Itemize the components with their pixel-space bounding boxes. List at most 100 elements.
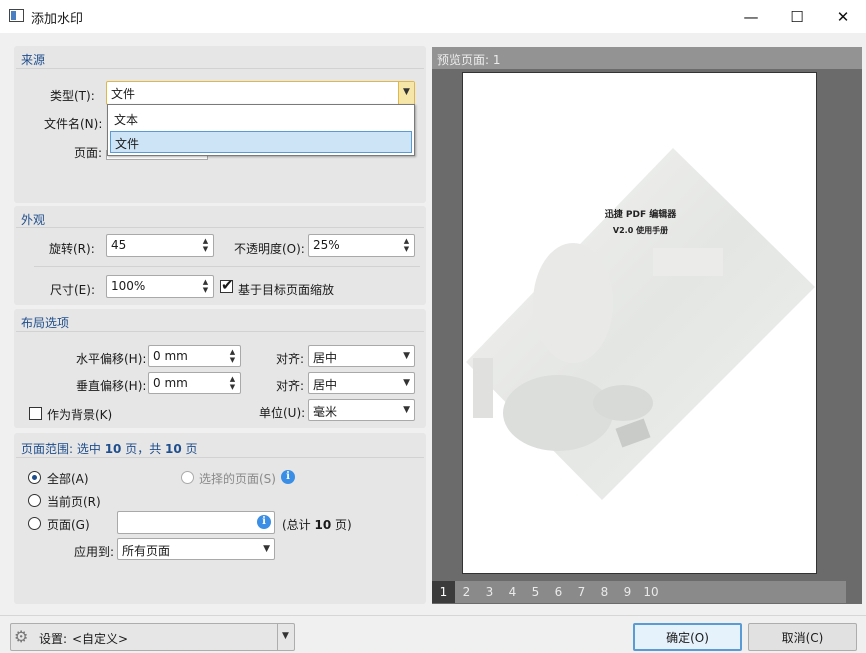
settings-dropdown-separator bbox=[277, 624, 278, 650]
watermark-line-2: V2.0 使用手册 bbox=[612, 226, 669, 235]
unit-value: 毫米 bbox=[313, 405, 338, 419]
source-divider bbox=[16, 68, 424, 69]
unit-label: 单位(U): bbox=[259, 406, 306, 420]
cancel-button[interactable]: 取消(C) bbox=[748, 623, 857, 651]
opacity-label: 不透明度(O): bbox=[234, 242, 305, 256]
preview-page: 迅捷 PDF 编辑器 V2.0 使用手册 bbox=[462, 72, 817, 574]
chevron-down-icon: ▼ bbox=[403, 87, 410, 97]
appearance-inner-divider bbox=[34, 266, 420, 267]
unit-select[interactable]: 毫米 ▼ bbox=[308, 399, 415, 421]
align1-select[interactable]: 居中 ▼ bbox=[308, 345, 415, 367]
close-button[interactable]: ✕ bbox=[820, 0, 866, 33]
align1-value: 居中 bbox=[313, 351, 338, 365]
rotation-input[interactable]: 45 ▲ ▼ bbox=[106, 234, 214, 257]
page-number-button[interactable]: 7 bbox=[570, 581, 593, 603]
page-number-button[interactable]: 3 bbox=[478, 581, 501, 603]
page-range-title: 页面范围: 选中 10 页，共 10 页 bbox=[21, 440, 198, 457]
h-offset-value: 0 mm bbox=[153, 349, 188, 363]
page-range-divider bbox=[16, 457, 424, 458]
spin-arrows-icon[interactable]: ▲ ▼ bbox=[227, 348, 238, 364]
v-offset-value: 0 mm bbox=[153, 376, 188, 390]
chevron-down-icon: ▼ bbox=[403, 378, 410, 388]
spin-arrows-icon[interactable]: ▲ ▼ bbox=[401, 237, 412, 254]
minimize-button[interactable]: — bbox=[728, 0, 774, 33]
filename-label: 文件名(N): bbox=[44, 117, 103, 131]
radio-pages-label: 页面(G) bbox=[47, 518, 90, 532]
v-offset-input[interactable]: 0 mm ▲ ▼ bbox=[148, 372, 241, 394]
page-range-title-mid: 页，共 bbox=[121, 442, 166, 456]
align1-label: 对齐: bbox=[276, 352, 305, 366]
chevron-down-icon: ▼ bbox=[403, 405, 410, 415]
page-number-button[interactable]: 9 bbox=[616, 581, 639, 603]
size-label: 尺寸(E): bbox=[50, 283, 95, 297]
footer-divider bbox=[0, 615, 866, 616]
page-number-button[interactable]: 10 bbox=[639, 581, 663, 603]
total-pages-suffix: 页) bbox=[331, 518, 352, 532]
app-icon bbox=[9, 9, 24, 22]
radio-all-label: 全部(A) bbox=[47, 472, 89, 486]
page-number-button[interactable]: 2 bbox=[455, 581, 478, 603]
layout-section-title: 布局选项 bbox=[21, 316, 70, 330]
ok-button[interactable]: 确定(O) bbox=[633, 623, 742, 651]
dropdown-option-text[interactable]: 文本 bbox=[110, 108, 412, 130]
radio-current[interactable] bbox=[28, 494, 41, 507]
info-icon[interactable]: i bbox=[257, 515, 271, 529]
page-range-title-suffix: 页 bbox=[181, 442, 198, 456]
type-select-arrow[interactable]: ▼ bbox=[398, 82, 414, 104]
scale-checkbox[interactable]: ✔ bbox=[220, 276, 234, 294]
watermark-image bbox=[466, 148, 815, 500]
opacity-value: 25% bbox=[313, 238, 340, 252]
size-input[interactable]: 100% ▲ ▼ bbox=[106, 275, 214, 298]
appearance-divider bbox=[16, 227, 424, 228]
page-range-title-prefix: 页面范围: 选中 bbox=[21, 442, 105, 456]
align2-label: 对齐: bbox=[276, 379, 305, 393]
dropdown-option-file-label: 文件 bbox=[115, 137, 140, 151]
type-dropdown-list: 文本 文件 bbox=[107, 104, 415, 156]
background-checkbox-label: 作为背景(K) bbox=[47, 408, 113, 422]
page-number-button[interactable]: 8 bbox=[593, 581, 616, 603]
align2-select[interactable]: 居中 ▼ bbox=[308, 372, 415, 394]
h-offset-label: 水平偏移(H): bbox=[76, 352, 147, 366]
page-number-button[interactable]: 5 bbox=[524, 581, 547, 603]
dropdown-option-text-label: 文本 bbox=[114, 113, 139, 127]
background-checkbox[interactable] bbox=[29, 407, 42, 420]
type-select[interactable]: 文件 bbox=[106, 81, 415, 105]
radio-selected-pages[interactable] bbox=[181, 471, 194, 484]
page-number-button[interactable]: 6 bbox=[547, 581, 570, 603]
preview-title: 预览页面: 1 bbox=[437, 53, 501, 67]
page-number-button[interactable]: 1 bbox=[432, 581, 455, 603]
page-range-selected-count: 10 bbox=[104, 442, 122, 456]
window-title: 添加水印 bbox=[31, 12, 84, 27]
type-select-value: 文件 bbox=[111, 87, 136, 101]
size-value: 100% bbox=[111, 279, 146, 293]
rotation-label: 旋转(R): bbox=[49, 242, 95, 256]
settings-dropdown[interactable]: ⚙ 设置: <自定义> ▼ bbox=[10, 623, 295, 651]
checkmark-icon: ✔ bbox=[221, 276, 234, 294]
pages-input[interactable] bbox=[117, 511, 275, 534]
chevron-down-icon: ▼ bbox=[263, 544, 270, 554]
spin-arrows-icon[interactable]: ▲ ▼ bbox=[200, 237, 211, 254]
total-pages-prefix: (总计 bbox=[282, 518, 315, 532]
source-section-title: 来源 bbox=[21, 53, 46, 67]
type-label: 类型(T): bbox=[50, 89, 95, 103]
opacity-input[interactable]: 25% ▲ ▼ bbox=[308, 234, 415, 257]
settings-label: 设置: bbox=[39, 632, 68, 646]
apply-to-value: 所有页面 bbox=[122, 544, 171, 558]
radio-pages[interactable] bbox=[28, 517, 41, 530]
page-label: 页面: bbox=[74, 146, 103, 160]
info-icon[interactable]: i bbox=[281, 470, 295, 484]
spin-arrows-icon[interactable]: ▲ ▼ bbox=[227, 375, 238, 391]
maximize-button[interactable]: ☐ bbox=[774, 0, 820, 33]
dropdown-option-file[interactable]: 文件 bbox=[110, 131, 412, 153]
v-offset-label: 垂直偏移(H): bbox=[76, 379, 147, 393]
radio-current-label: 当前页(R) bbox=[47, 495, 101, 509]
page-number-button[interactable]: 4 bbox=[501, 581, 524, 603]
spin-arrows-icon[interactable]: ▲ ▼ bbox=[200, 278, 211, 295]
total-pages-note: (总计 10 页) bbox=[282, 516, 352, 533]
gear-icon: ⚙ bbox=[14, 627, 29, 646]
page-range-total-count: 10 bbox=[165, 442, 182, 456]
radio-all[interactable] bbox=[28, 471, 41, 484]
apply-to-select[interactable]: 所有页面 ▼ bbox=[117, 538, 275, 560]
h-offset-input[interactable]: 0 mm ▲ ▼ bbox=[148, 345, 241, 367]
appearance-section-title: 外观 bbox=[21, 213, 46, 227]
